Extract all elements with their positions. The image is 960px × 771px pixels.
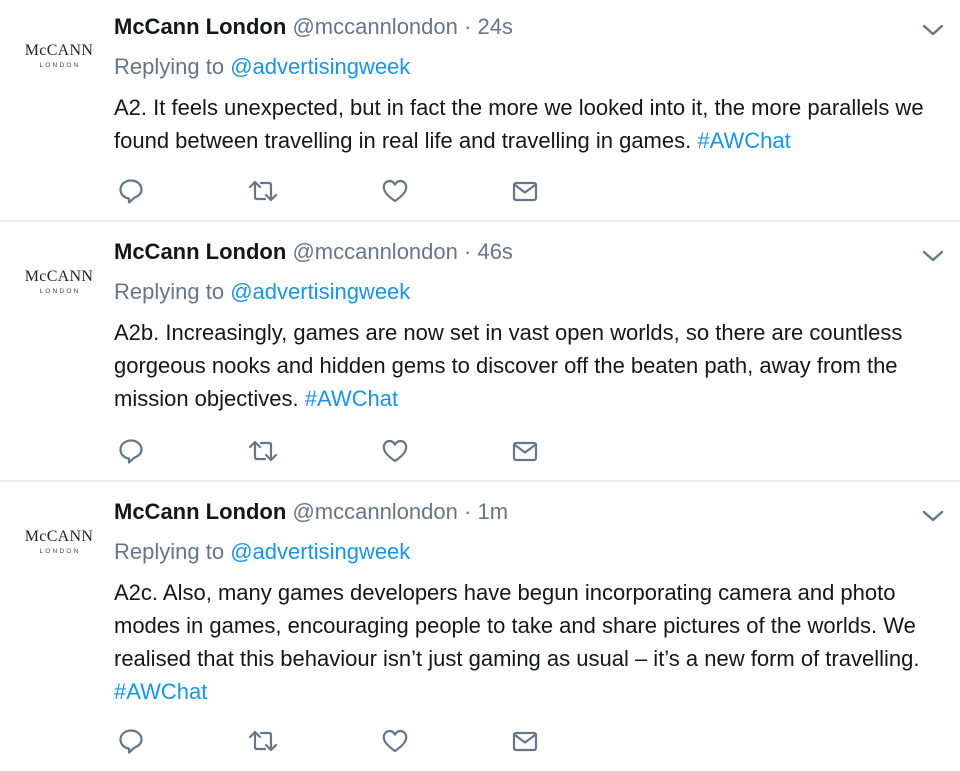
replying-to: Replying to @advertisingweek <box>114 278 946 306</box>
envelope-icon <box>512 441 538 462</box>
envelope-icon <box>512 731 538 752</box>
reply-button[interactable] <box>114 174 148 208</box>
timestamp[interactable]: 46s <box>477 239 512 264</box>
like-button[interactable] <box>378 724 412 758</box>
tweet-actions <box>114 174 544 208</box>
author-handle[interactable]: @mccannlondon <box>292 499 457 524</box>
reply-button[interactable] <box>114 724 148 758</box>
avatar-logo-sub: LONDON <box>39 548 81 555</box>
reply-icon <box>119 179 143 204</box>
tweet-header: McCann London @mccannlondon · 46s <box>114 238 946 266</box>
avatar[interactable]: McCANN LONDON <box>18 528 100 556</box>
tweet-actions <box>114 434 544 468</box>
replying-to: Replying to @advertisingweek <box>114 53 946 81</box>
hashtag-link[interactable]: #AWChat <box>305 386 398 411</box>
reply-icon <box>119 729 143 754</box>
tweet-text: A2. It feels unexpected, but in fact the… <box>114 91 946 157</box>
direct-message-button[interactable] <box>508 434 542 468</box>
timestamp[interactable]: 24s <box>477 14 512 39</box>
tweet-body: A2b. Increasingly, games are now set in … <box>114 320 903 411</box>
timestamp[interactable]: 1m <box>477 499 508 524</box>
like-button[interactable] <box>378 174 412 208</box>
replying-prefix: Replying to <box>114 279 225 304</box>
retweet-icon <box>248 440 278 462</box>
tweet-actions <box>114 724 544 758</box>
replying-prefix: Replying to <box>114 539 225 564</box>
hashtag-link[interactable]: #AWChat <box>114 679 207 704</box>
retweet-button[interactable] <box>246 174 280 208</box>
avatar[interactable]: McCANN LONDON <box>18 268 100 296</box>
replying-to-link[interactable]: @advertisingweek <box>230 54 410 79</box>
tweet-header: McCann London @mccannlondon · 1m <box>114 498 946 526</box>
tweet[interactable]: McCANN LONDON McCann London @mccannlondo… <box>0 222 960 482</box>
replying-prefix: Replying to <box>114 54 225 79</box>
direct-message-button[interactable] <box>508 174 542 208</box>
heart-icon <box>382 439 408 463</box>
tweet-content: McCann London @mccannlondon · 24s Replyi… <box>114 13 946 157</box>
retweet-icon <box>248 730 278 752</box>
tweet-text: A2c. Also, many games developers have be… <box>114 576 946 708</box>
tweet-feed: McCANN LONDON McCann London @mccannlondo… <box>0 0 960 771</box>
tweet-body: A2c. Also, many games developers have be… <box>114 580 920 671</box>
author-name[interactable]: McCann London <box>114 239 286 264</box>
chevron-down-icon[interactable] <box>922 249 944 263</box>
tweet-body: A2. It feels unexpected, but in fact the… <box>114 95 924 153</box>
tweet-content: McCann London @mccannlondon · 46s Replyi… <box>114 238 946 415</box>
direct-message-button[interactable] <box>508 724 542 758</box>
retweet-icon <box>248 180 278 202</box>
replying-to-link[interactable]: @advertisingweek <box>230 279 410 304</box>
author-handle[interactable]: @mccannlondon <box>292 239 457 264</box>
heart-icon <box>382 179 408 203</box>
tweet-header: McCann London @mccannlondon · 24s <box>114 13 946 41</box>
reply-icon <box>119 439 143 464</box>
separator: · <box>464 14 472 39</box>
avatar[interactable]: McCANN LONDON <box>18 42 100 70</box>
avatar-logo-sub: LONDON <box>39 62 81 69</box>
replying-to: Replying to @advertisingweek <box>114 538 946 566</box>
tweet[interactable]: McCANN LONDON McCann London @mccannlondo… <box>0 0 960 222</box>
avatar-logo: McCANN <box>24 42 94 59</box>
tweet[interactable]: McCANN LONDON McCann London @mccannlondo… <box>0 482 960 771</box>
avatar-logo: McCANN <box>24 528 94 545</box>
avatar-logo-sub: LONDON <box>39 288 81 295</box>
like-button[interactable] <box>378 434 412 468</box>
author-name[interactable]: McCann London <box>114 14 286 39</box>
author-name[interactable]: McCann London <box>114 499 286 524</box>
replying-to-link[interactable]: @advertisingweek <box>230 539 410 564</box>
tweet-text: A2b. Increasingly, games are now set in … <box>114 316 946 415</box>
author-handle[interactable]: @mccannlondon <box>292 14 457 39</box>
heart-icon <box>382 729 408 753</box>
separator: · <box>464 499 472 524</box>
separator: · <box>464 239 472 264</box>
envelope-icon <box>512 181 538 202</box>
chevron-down-icon[interactable] <box>922 23 944 37</box>
hashtag-link[interactable]: #AWChat <box>697 128 790 153</box>
chevron-down-icon[interactable] <box>922 509 944 523</box>
retweet-button[interactable] <box>246 724 280 758</box>
reply-button[interactable] <box>114 434 148 468</box>
tweet-content: McCann London @mccannlondon · 1m Replyin… <box>114 498 946 708</box>
retweet-button[interactable] <box>246 434 280 468</box>
avatar-logo: McCANN <box>24 268 94 285</box>
